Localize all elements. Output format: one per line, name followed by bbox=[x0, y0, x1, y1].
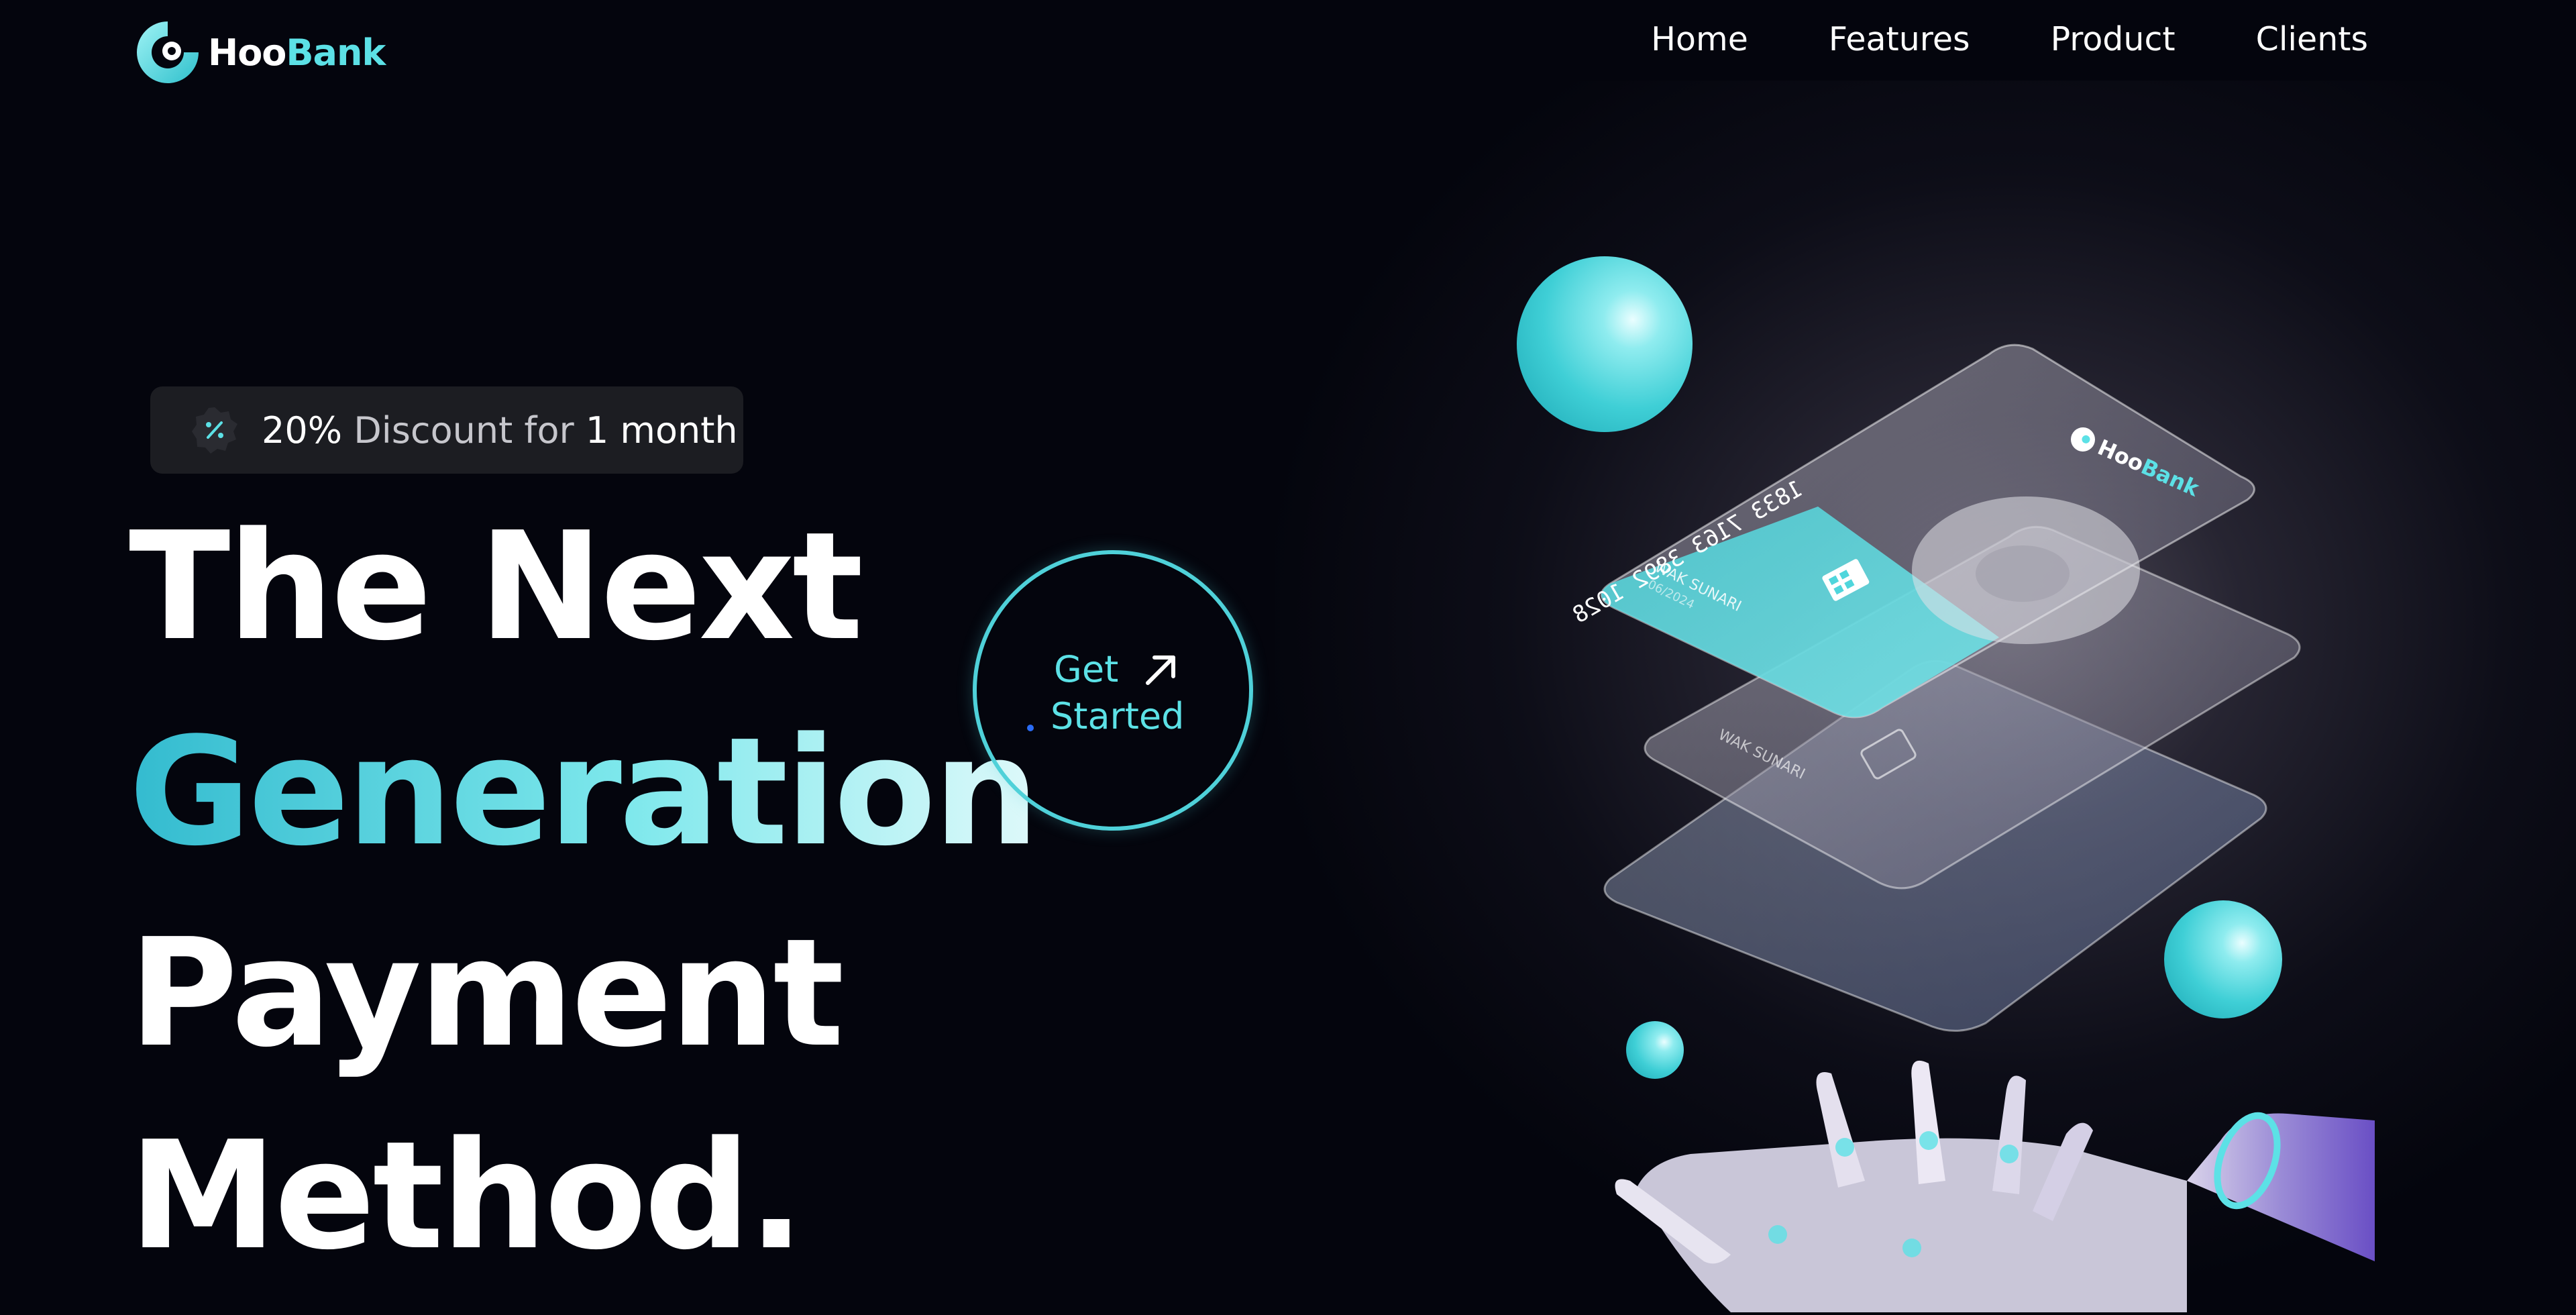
get-started-button[interactable]: Get Started bbox=[973, 550, 1253, 831]
discount-text: 20% Discount for 1 month bbox=[262, 409, 738, 452]
brand-name-part1: Hoo bbox=[208, 31, 286, 74]
main-nav: Home Features Product Clients bbox=[1651, 20, 2368, 58]
discount-label: Discount for bbox=[342, 409, 586, 452]
brand-name-part2: Bank bbox=[286, 31, 386, 74]
hero-title-line-4: Method. bbox=[129, 1110, 804, 1283]
hoobank-logo-icon bbox=[134, 19, 201, 86]
brand-logo[interactable]: HooBank bbox=[134, 12, 386, 93]
nav-item-features[interactable]: Features bbox=[1829, 20, 1970, 58]
robot-hand bbox=[1615, 1060, 2375, 1312]
discount-badge: 20% Discount for 1 month bbox=[150, 386, 743, 474]
hero-title-line-3: Payment bbox=[129, 907, 844, 1080]
discount-percent: 20% bbox=[262, 409, 343, 452]
hero-title-line-2: Generation bbox=[129, 706, 1039, 879]
hero-title-line-1: The Next bbox=[129, 501, 863, 674]
nav-item-home[interactable]: Home bbox=[1651, 20, 1748, 58]
discount-duration-number: 1 bbox=[585, 409, 609, 452]
get-started-label-line-1: Get bbox=[1054, 648, 1119, 690]
get-started-label-line-2: Started bbox=[1051, 695, 1185, 737]
nav-item-clients[interactable]: Clients bbox=[2256, 20, 2368, 58]
hero-illustration: WAK SUNARI 1833 7163 3892 1028 WAK SUNAR… bbox=[1516, 309, 2375, 1312]
card-top-disc-inner bbox=[1976, 545, 2070, 602]
cta-dot-decoration bbox=[1027, 725, 1034, 731]
discount-duration-unit: month bbox=[608, 409, 738, 452]
arrow-up-right-icon bbox=[1141, 649, 1181, 690]
nav-item-product[interactable]: Product bbox=[2051, 20, 2176, 58]
discount-icon bbox=[191, 406, 239, 454]
brand-name: HooBank bbox=[208, 31, 386, 74]
